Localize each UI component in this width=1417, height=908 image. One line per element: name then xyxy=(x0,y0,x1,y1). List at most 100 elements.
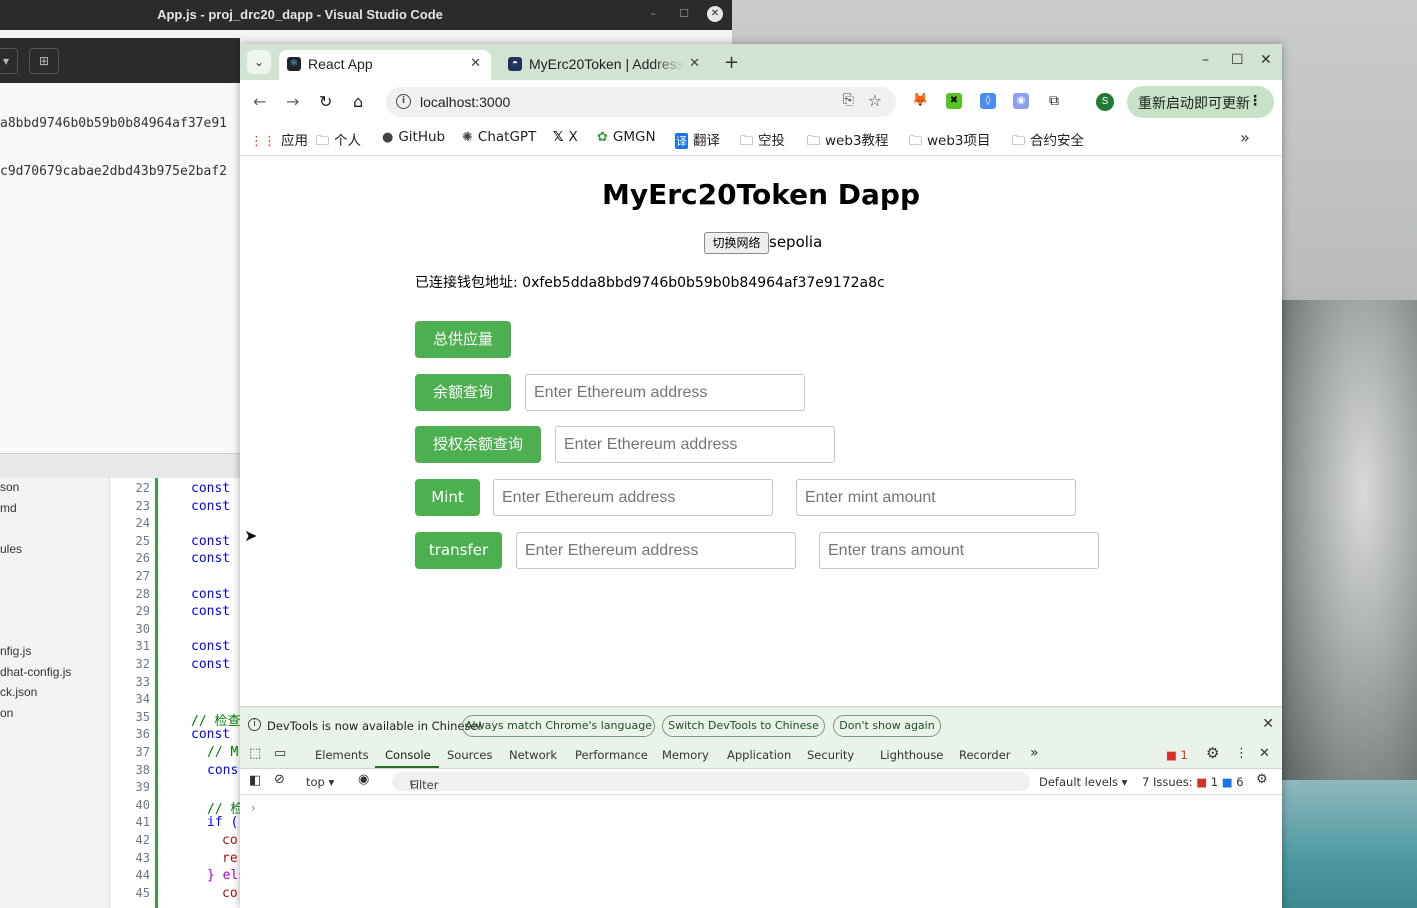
vscode-maximize-button[interactable]: ☐ xyxy=(676,6,692,22)
console-prompt[interactable]: › xyxy=(251,801,256,815)
context-selector[interactable]: top ▾ xyxy=(306,775,334,789)
bookmark-chatgpt[interactable]: ✺ ChatGPT xyxy=(462,129,536,145)
inspect-element-icon[interactable]: ⬚ xyxy=(249,746,261,761)
terminal-dropdown-button[interactable]: ▾ xyxy=(0,48,18,74)
balance-address-input[interactable]: Enter Ethereum address xyxy=(525,374,805,411)
error-count-badge[interactable]: ■ 1 xyxy=(1166,748,1188,762)
vscode-minimize-button[interactable]: – xyxy=(645,6,661,22)
new-tab-button[interactable]: + xyxy=(724,52,739,73)
explorer-file[interactable]: on xyxy=(0,706,13,720)
tab-application[interactable]: Application xyxy=(727,748,791,762)
purple-extension-icon[interactable]: ◉ xyxy=(1013,93,1029,109)
mint-button[interactable]: Mint xyxy=(415,479,480,516)
tab-react-app[interactable]: ⚛ React App ✕ xyxy=(279,50,491,80)
devtools-close-icon[interactable]: ✕ xyxy=(1259,746,1270,761)
switch-network-button[interactable]: 切换网络 xyxy=(704,232,769,254)
tab-memory[interactable]: Memory xyxy=(662,748,709,762)
line-number: 33 xyxy=(135,674,150,689)
allowance-address-input[interactable]: Enter Ethereum address xyxy=(555,426,835,463)
address-bar[interactable]: i localhost:3000 ⎘ ☆ xyxy=(386,87,896,117)
device-toolbar-icon[interactable]: ▭ xyxy=(274,746,286,761)
bookmark-contract-security[interactable]: 🗀 合约安全 xyxy=(1012,129,1084,154)
bookmark-translate[interactable]: 译翻译 xyxy=(675,129,720,149)
explorer-file[interactable]: ules xyxy=(0,542,22,556)
active-tab-indicator xyxy=(375,766,439,768)
chrome-close-button[interactable]: ✕ xyxy=(1260,52,1272,68)
transfer-button[interactable]: transfer xyxy=(415,532,502,569)
tab-lighthouse[interactable]: Lighthouse xyxy=(880,748,943,762)
green-extension-icon[interactable]: ✖ xyxy=(946,93,962,109)
bookmarks-overflow-button[interactable]: » xyxy=(1240,128,1250,147)
log-levels-dropdown[interactable]: Default levels ▾ xyxy=(1039,775,1127,789)
match-language-button[interactable]: Always match Chrome's language xyxy=(462,715,655,737)
tab-search-button[interactable]: ⌄ xyxy=(247,50,271,74)
tab-close-icon[interactable]: ✕ xyxy=(689,55,700,71)
bookmark-apps[interactable]: ⋮⋮ 应用 xyxy=(250,129,308,149)
issues-label: 7 Issues: xyxy=(1142,775,1193,789)
allowance-query-button[interactable]: 授权余额查询 xyxy=(415,426,541,463)
mint-amount-input[interactable]: Enter mint amount xyxy=(796,479,1076,516)
switch-to-chinese-button[interactable]: Switch DevTools to Chinese xyxy=(662,715,825,737)
chrome-minimize-button[interactable]: – xyxy=(1202,52,1209,68)
banner-close-icon[interactable]: ✕ xyxy=(1262,716,1274,732)
settings-gear-icon[interactable]: ⚙ xyxy=(1206,744,1219,762)
explorer-file[interactable]: md xyxy=(0,501,17,515)
bookmark-personal[interactable]: 🗀 个人 xyxy=(316,129,361,154)
tab-strip: ⌄ ⚛ React App ✕ ◓ MyErc20Token | Address… xyxy=(240,44,1282,80)
profile-avatar[interactable]: S xyxy=(1096,93,1114,111)
site-info-icon[interactable]: i xyxy=(396,94,411,109)
tab-network[interactable]: Network xyxy=(509,748,557,762)
new-terminal-button[interactable]: ⊞ xyxy=(29,48,59,74)
tab-recorder[interactable]: Recorder xyxy=(959,748,1011,762)
install-app-icon[interactable]: ⎘ xyxy=(843,92,854,108)
issues-counter[interactable]: 7 Issues: ■ 1 ■ 6 xyxy=(1142,775,1244,789)
bookmark-web3-projects[interactable]: 🗀 web3项目 xyxy=(909,129,991,154)
tab-sources[interactable]: Sources xyxy=(447,748,493,762)
kebab-menu-icon[interactable]: ⋮ xyxy=(1248,93,1262,109)
transfer-address-input[interactable]: Enter Ethereum address xyxy=(516,532,796,569)
live-expression-eye-icon[interactable]: ◉ xyxy=(358,772,369,787)
folder-icon: 🗀 xyxy=(316,134,330,149)
tab-console[interactable]: Console xyxy=(385,748,431,762)
explorer-file[interactable]: nfig.js xyxy=(0,644,31,658)
bookmark-airdrop[interactable]: 🗀 空投 xyxy=(740,129,785,154)
reload-icon[interactable]: ↻ xyxy=(319,92,332,111)
extensions-puzzle-icon[interactable]: ⧉ xyxy=(1046,93,1062,109)
restart-to-update-button[interactable]: 重新启动即可更新 ⋮ xyxy=(1127,86,1274,118)
total-supply-button[interactable]: 总供应量 xyxy=(415,321,511,358)
code-editor[interactable]: 22 23 24 25 26 27 28 29 30 31 32 33 34 35 36 37 38 39 40 41… xyxy=(110,478,246,908)
transfer-amount-input[interactable]: Enter trans amount xyxy=(819,532,1099,569)
balance-query-button[interactable]: 余额查询 xyxy=(415,374,511,411)
more-tabs-button[interactable]: » xyxy=(1030,745,1039,761)
back-arrow-icon[interactable]: ← xyxy=(253,92,266,111)
clear-console-icon[interactable]: ⊘ xyxy=(274,772,285,787)
tab-security[interactable]: Security xyxy=(807,748,854,762)
explorer-file[interactable]: son xyxy=(0,480,19,494)
tab-elements[interactable]: Elements xyxy=(315,748,369,762)
mint-address-input[interactable]: Enter Ethereum address xyxy=(493,479,773,516)
tab-myerc20token[interactable]: ◓ MyErc20Token | Address ✕ xyxy=(500,50,710,80)
bookmark-github[interactable]: ● GitHub xyxy=(382,129,445,145)
bookmark-gmgn[interactable]: ✿ GMGN xyxy=(597,129,656,145)
bookmark-web3-tutorial[interactable]: 🗀 web3教程 xyxy=(807,129,889,154)
tab-performance[interactable]: Performance xyxy=(575,748,648,762)
metamask-extension-icon[interactable]: 🦊 xyxy=(912,93,928,109)
bookmark-x[interactable]: 𝕏X xyxy=(553,129,578,145)
explorer-file[interactable]: dhat-config.js xyxy=(0,665,71,679)
dont-show-again-button[interactable]: Don't show again xyxy=(833,715,941,737)
console-filter-input[interactable]: ⛉ Filter xyxy=(392,772,1030,792)
chrome-maximize-button[interactable]: ☐ xyxy=(1231,52,1244,68)
sidebar-toggle-icon[interactable]: ◧ xyxy=(249,773,261,788)
blue-extension-icon[interactable]: ◊ xyxy=(980,93,996,109)
console-settings-icon[interactable]: ⚙ xyxy=(1256,772,1268,787)
terminal-output[interactable]: a8bbd9746b0b59b0b84964af37e91 c9d70679ca… xyxy=(0,83,240,453)
devtools-menu-icon[interactable]: ⋮ xyxy=(1235,746,1248,761)
home-icon[interactable]: ⌂ xyxy=(353,92,363,111)
forward-arrow-icon[interactable]: → xyxy=(286,92,299,111)
bookmark-star-icon[interactable]: ☆ xyxy=(868,91,882,110)
vscode-close-button[interactable]: ✕ xyxy=(707,6,723,22)
explorer-file[interactable]: ck.json xyxy=(0,685,37,699)
url-text[interactable]: localhost:3000 xyxy=(420,94,510,110)
dapp-page: MyErc20Token Dapp 切换网络 sepolia 已连接钱包地址: … xyxy=(240,156,1282,706)
tab-close-icon[interactable]: ✕ xyxy=(470,55,481,71)
